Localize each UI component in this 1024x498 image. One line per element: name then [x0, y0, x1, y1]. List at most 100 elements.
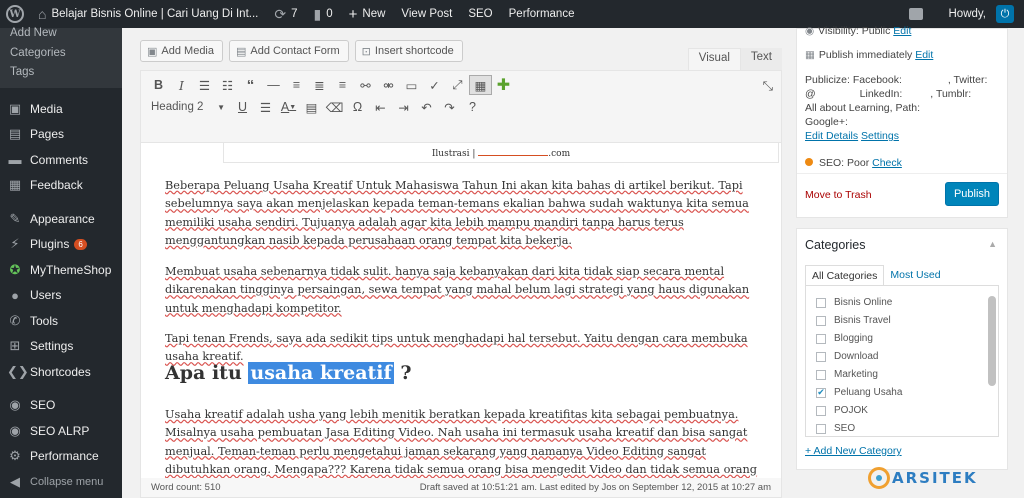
align-right-icon[interactable]: ≡	[331, 75, 354, 95]
updates-icon: ⟳	[274, 5, 287, 22]
category-seo[interactable]: SEO	[816, 423, 855, 434]
menu-plugins[interactable]: ⚡ Plugins 6	[0, 232, 122, 258]
view-post-link[interactable]: View Post	[393, 0, 460, 28]
tab-all-categories[interactable]: All Categories	[805, 265, 885, 285]
content-heading: Apa itu usaha kreatif ?	[165, 362, 412, 384]
tab-visual[interactable]: Visual	[687, 48, 741, 70]
comment-bubble-icon: ▮	[313, 5, 322, 22]
menu-mythemeshop[interactable]: ✪ MyThemeShop	[0, 257, 122, 283]
menu-media[interactable]: ▣ Media	[0, 96, 122, 122]
toolbar-toggle-icon[interactable]: ▦	[469, 75, 492, 95]
selected-text: usaha kreatif	[248, 362, 394, 384]
menu-settings[interactable]: ⊞ Settings	[0, 334, 122, 360]
move-to-trash-link[interactable]: Move to Trash	[805, 189, 872, 201]
outdent-icon[interactable]: ⇤	[369, 97, 392, 117]
read-more-icon[interactable]: ▭	[400, 75, 423, 95]
category-blogging[interactable]: Blogging	[816, 333, 873, 344]
clear-formatting-icon[interactable]: ⌫	[323, 97, 346, 117]
undo-icon[interactable]: ↶	[415, 97, 438, 117]
add-contact-form-button[interactable]: ▤ Add Contact Form	[229, 40, 349, 62]
seo-link[interactable]: SEO	[460, 0, 500, 28]
checkbox[interactable]	[816, 333, 826, 344]
help-icon[interactable]: ?	[461, 97, 484, 117]
settings-link[interactable]: Settings	[861, 130, 899, 142]
checkbox-checked[interactable]: ✔	[816, 387, 826, 398]
category-bisnis-travel[interactable]: Bisnis Travel	[816, 315, 891, 326]
tab-most-used[interactable]: Most Used	[884, 265, 946, 285]
checkbox[interactable]	[816, 405, 826, 416]
word-count: Word count: 510	[151, 482, 221, 493]
horizontal-line-icon[interactable]: —	[262, 75, 285, 95]
submenu-add-new[interactable]: Add New	[0, 27, 122, 42]
category-bisnis-online[interactable]: Bisnis Online	[816, 297, 892, 308]
performance-link[interactable]: Performance	[501, 0, 583, 28]
fullscreen-icon[interactable]: ⤢	[446, 75, 469, 95]
categories-scrollbar[interactable]	[988, 296, 996, 436]
submenu-categories[interactable]: Categories	[0, 42, 122, 63]
add-media-button[interactable]: ▣ Add Media	[140, 40, 223, 62]
performance-icon: ⚙	[9, 448, 21, 464]
menu-shortcodes[interactable]: ❮❯ Shortcodes	[0, 359, 122, 385]
howdy-link[interactable]: Howdy,	[941, 0, 997, 28]
submenu-tags[interactable]: Tags	[0, 63, 122, 84]
checkbox[interactable]	[816, 297, 826, 308]
wordpress-logo-icon[interactable]: W	[6, 5, 24, 23]
checkbox[interactable]	[816, 369, 826, 380]
category-marketing[interactable]: Marketing	[816, 369, 878, 380]
bulleted-list-icon[interactable]: ☰	[193, 75, 216, 95]
add-new-category-link[interactable]: + Add New Category	[805, 445, 902, 457]
comments-count: 0	[326, 8, 333, 20]
users-icon: ●	[11, 287, 19, 303]
bold-button[interactable]: B	[147, 75, 170, 95]
add-plus-icon[interactable]: ✚	[492, 75, 515, 95]
blockquote-icon[interactable]: “	[239, 75, 262, 95]
publish-box: ◉ Visibility: Public Edit ▦ Publish immedi…	[796, 25, 1008, 218]
italic-button[interactable]: I	[170, 75, 193, 95]
align-left-icon[interactable]: ≡	[285, 75, 308, 95]
visibility-edit-link[interactable]: Edit	[893, 25, 911, 37]
justify-icon[interactable]: ☰	[254, 97, 277, 117]
insert-link-icon[interactable]: ⚯	[354, 75, 377, 95]
category-pojok[interactable]: POJOK	[816, 405, 868, 416]
category-peluang-usaha[interactable]: ✔ Peluang Usaha	[816, 387, 902, 398]
spellcheck-icon[interactable]: ✓	[423, 75, 446, 95]
underline-button[interactable]: U	[231, 97, 254, 117]
new-content-link[interactable]: + New	[341, 0, 394, 28]
category-download[interactable]: Download	[816, 351, 878, 362]
edit-details-link[interactable]: Edit Details	[805, 130, 858, 142]
collapse-toggle-icon[interactable]: ▲	[988, 239, 997, 249]
format-select[interactable]: Heading 2 ▼	[147, 97, 229, 117]
indent-icon[interactable]: ⇥	[392, 97, 415, 117]
paste-text-icon[interactable]: ▤	[300, 97, 323, 117]
menu-feedback[interactable]: ▦ Feedback	[0, 173, 122, 199]
tab-text[interactable]: Text	[740, 48, 782, 70]
seo-check-link[interactable]: Check	[872, 157, 902, 169]
checkbox[interactable]	[816, 351, 826, 362]
checkbox[interactable]	[816, 423, 826, 434]
redo-icon[interactable]: ↷	[438, 97, 461, 117]
unlink-icon[interactable]: ⚮	[377, 75, 400, 95]
checkbox[interactable]	[816, 315, 826, 326]
publish-edit-link[interactable]: Edit	[915, 49, 933, 61]
menu-seo[interactable]: ◉ SEO	[0, 393, 122, 419]
distraction-free-icon[interactable]: ⤡	[763, 78, 773, 94]
special-character-icon[interactable]: Ω	[346, 97, 369, 117]
site-name-link[interactable]: ⌂ Belajar Bisnis Online | Cari Uang Di I…	[30, 0, 266, 28]
text-color-icon[interactable]: A ▼	[277, 97, 300, 117]
menu-comments[interactable]: ▬ Comments	[0, 147, 122, 173]
insert-shortcode-button[interactable]: ⊡ Insert shortcode	[354, 40, 463, 62]
power-icon[interactable]: ⏻	[996, 5, 1014, 23]
menu-appearance[interactable]: ✎ Appearance	[0, 206, 122, 232]
menu-tools[interactable]: ✆ Tools	[0, 308, 122, 334]
collapse-menu-button[interactable]: ◀ Collapse menu	[0, 469, 122, 495]
menu-seo-alrp[interactable]: ◉ SEO ALRP	[0, 418, 122, 444]
publish-button[interactable]: Publish	[945, 182, 999, 206]
menu-users[interactable]: ● Users	[0, 283, 122, 309]
menu-performance[interactable]: ⚙ Performance	[0, 444, 122, 470]
align-center-icon[interactable]: ≣	[308, 75, 331, 95]
editor-content[interactable]: Ilustrasi | .com Beberapa Peluang Usaha …	[141, 143, 781, 485]
comments-link[interactable]: ▮ 0	[306, 0, 341, 28]
updates-link[interactable]: ⟳ 7	[266, 0, 305, 28]
menu-pages[interactable]: ▤ Pages	[0, 122, 122, 148]
numbered-list-icon[interactable]: ☷	[216, 75, 239, 95]
